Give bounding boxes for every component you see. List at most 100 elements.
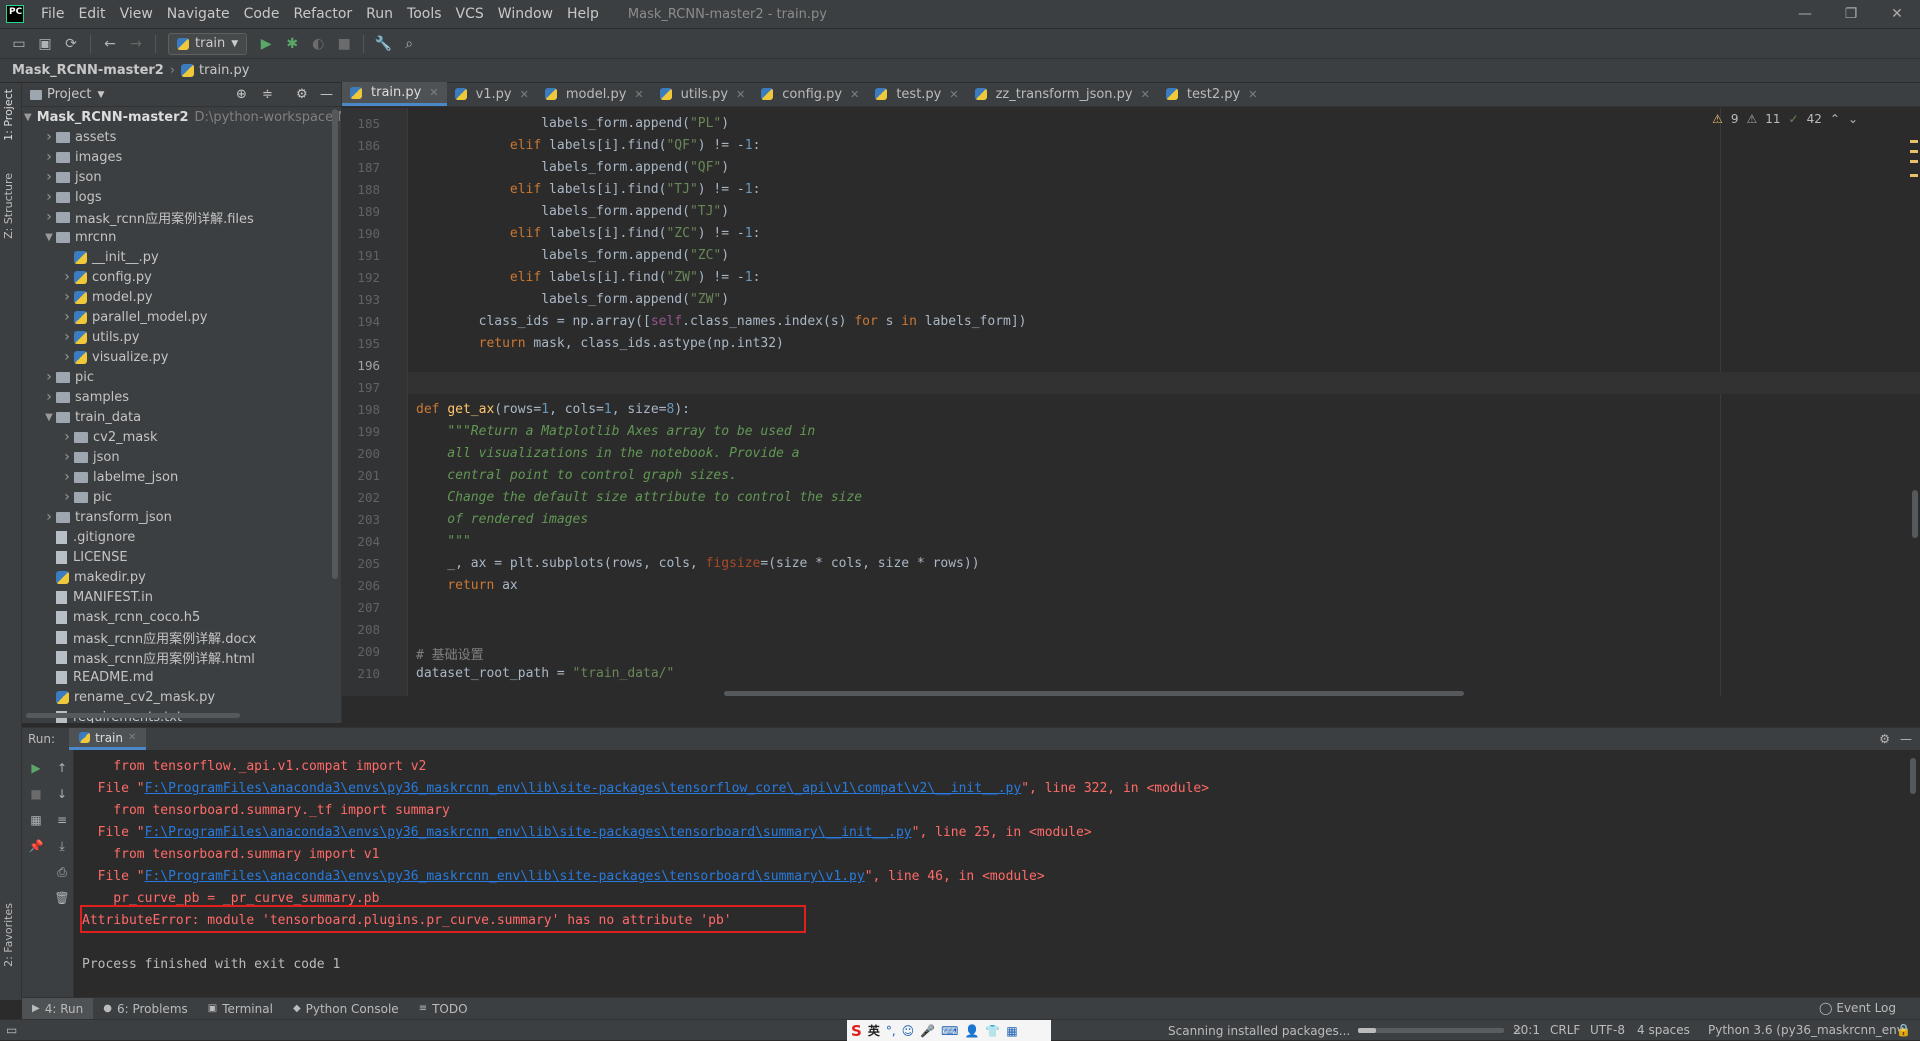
tree-item[interactable]: › labelme_json (22, 467, 341, 487)
menu-tools[interactable]: Tools (400, 6, 449, 22)
close-icon[interactable]: ✕ (520, 88, 529, 101)
chevron-right-icon[interactable]: › (60, 269, 74, 285)
arrow-down-icon[interactable]: ↓ (54, 786, 70, 802)
chevron-right-icon[interactable]: › (42, 189, 56, 205)
bottom-tab[interactable]: ≡ TODO (409, 998, 478, 1020)
chevron-down-icon[interactable]: ▼ (42, 232, 56, 243)
hide-icon[interactable]: — (320, 87, 333, 102)
run-icon[interactable]: ▶ (253, 32, 279, 56)
rerun-icon[interactable]: ▶ (28, 760, 44, 776)
tree-item[interactable]: .gitignore (22, 527, 341, 547)
menu-refactor[interactable]: Refactor (286, 6, 359, 22)
editor-scrollbar[interactable] (1912, 490, 1918, 538)
tree-item[interactable]: › cv2_mask (22, 427, 341, 447)
locate-icon[interactable]: ⊕ (236, 87, 247, 102)
gear-icon[interactable]: ⚙ (296, 87, 308, 102)
menu-vcs[interactable]: VCS (449, 6, 491, 22)
menu-help[interactable]: Help (560, 6, 606, 22)
bottom-tab[interactable]: ● 6: Problems (93, 998, 198, 1020)
project-hscrollbar[interactable] (26, 713, 240, 718)
editor-hscrollbar[interactable] (724, 691, 1464, 696)
error-stripe-marker[interactable] (1910, 140, 1918, 143)
editor-tab[interactable]: test.py ✕ (867, 82, 966, 106)
menu-navigate[interactable]: Navigate (160, 6, 237, 22)
chevron-right-icon[interactable]: › (60, 349, 74, 365)
tree-item[interactable]: › pic (22, 487, 341, 507)
tree-item[interactable]: › samples (22, 387, 341, 407)
tree-item[interactable]: makedir.py (22, 567, 341, 587)
print-icon[interactable]: ⎙ (54, 864, 70, 880)
menu-window[interactable]: Window (491, 6, 560, 22)
chevron-down-icon[interactable]: ⌄ (1848, 112, 1858, 126)
inspection-widget[interactable]: ⚠ 9 ⚠ 11 ✓ 42 ⌃ ⌄ (1712, 112, 1858, 126)
editor-tab[interactable]: model.py ✕ (537, 82, 652, 106)
chevron-right-icon[interactable]: › (60, 289, 74, 305)
layout-icon[interactable]: ▦ (28, 812, 44, 828)
stop-icon[interactable]: ■ (28, 786, 44, 802)
project-tool-tab[interactable]: 1: Project (2, 89, 15, 141)
save-icon[interactable]: ▣ (32, 32, 58, 56)
sync-icon[interactable]: ⟳ (58, 32, 84, 56)
tree-item[interactable]: › utils.py (22, 327, 341, 347)
tree-item[interactable]: mask_rcnn_coco.h5 (22, 607, 341, 627)
chevron-right-icon[interactable]: › (42, 149, 56, 165)
menu-code[interactable]: Code (237, 6, 287, 22)
tree-item[interactable]: › parallel_model.py (22, 307, 341, 327)
trash-icon[interactable]: 🗑 (54, 890, 70, 906)
chevron-right-icon[interactable]: › (42, 389, 56, 405)
chevron-down-icon[interactable]: ▼ (97, 90, 104, 100)
chevron-right-icon[interactable]: › (42, 509, 56, 525)
chevron-right-icon[interactable]: › (60, 489, 74, 505)
run-console[interactable]: from tensorflow._api.v1.compat import v2… (82, 756, 1209, 976)
line-separator[interactable]: CRLF (1550, 1023, 1580, 1037)
chevron-down-icon[interactable]: ▼ (42, 412, 56, 423)
editor-tab[interactable]: utils.py ✕ (652, 82, 754, 106)
gear-icon[interactable]: ⚙ (1879, 732, 1890, 746)
caret-position[interactable]: 20:1 (1513, 1023, 1540, 1037)
arrow-up-icon[interactable]: ↑ (54, 760, 70, 776)
tree-item[interactable]: mask_rcnn应用案例详解.html (22, 647, 341, 667)
structure-tool-tab[interactable]: Z: Structure (2, 173, 15, 239)
menu-run[interactable]: Run (359, 6, 400, 22)
chevron-right-icon[interactable]: › (42, 209, 56, 225)
tree-item[interactable]: › images (22, 147, 341, 167)
close-icon[interactable]: ✕ (429, 86, 438, 99)
scroll-to-end-icon[interactable]: ⤓ (54, 838, 70, 854)
layout-toggle-icon[interactable]: ▭ (6, 1023, 17, 1037)
restore-icon[interactable]: ❐ (1828, 0, 1874, 28)
tree-item[interactable]: mask_rcnn应用案例详解.docx (22, 627, 341, 647)
bottom-tab[interactable]: ▶ 4: Run (22, 997, 94, 1020)
chevron-right-icon[interactable]: › (42, 369, 56, 385)
run-configuration-select[interactable]: train ▼ (168, 32, 248, 55)
editor-tab[interactable]: train.py ✕ (342, 82, 447, 106)
close-icon[interactable]: ✕ (1141, 88, 1150, 101)
chevron-right-icon[interactable]: › (42, 129, 56, 145)
menu-file[interactable]: File (34, 6, 71, 22)
back-icon[interactable]: ← (97, 32, 123, 56)
python-interpreter[interactable]: Python 3.6 (py36_maskrcnn_env) (1708, 1023, 1908, 1037)
chevron-right-icon[interactable]: › (60, 429, 74, 445)
tree-item[interactable]: › assets (22, 127, 341, 147)
chevron-right-icon[interactable]: › (60, 309, 74, 325)
close-icon[interactable]: ✕ (1248, 88, 1257, 101)
chevron-right-icon[interactable]: › (60, 469, 74, 485)
editor-tab[interactable]: test2.py ✕ (1158, 82, 1266, 106)
tree-item[interactable]: › visualize.py (22, 347, 341, 367)
tree-item[interactable]: › json (22, 447, 341, 467)
bottom-tab[interactable]: ◆ Python Console (283, 998, 409, 1020)
tree-item[interactable]: › mask_rcnn应用案例详解.files (22, 207, 341, 227)
tree-item[interactable]: LICENSE (22, 547, 341, 567)
ime-toolbar[interactable]: S 英 °, ☺ 🎤 ⌨ 👤 👕 ▦ (847, 1020, 1051, 1041)
pin-icon[interactable]: 📌 (28, 838, 44, 854)
search-icon[interactable]: ⌕ (396, 32, 422, 56)
debug-icon[interactable]: ✱ (279, 32, 305, 56)
breadcrumb-file[interactable]: train.py (199, 63, 249, 78)
close-icon[interactable]: ✕ (1874, 0, 1920, 28)
indent-setting[interactable]: 4 spaces (1637, 1023, 1690, 1037)
tree-root[interactable]: ▼ Mask_RCNN-master2 D:\python-workspace\… (22, 107, 341, 127)
close-icon[interactable]: ✕ (736, 88, 745, 101)
close-icon[interactable]: ✕ (949, 88, 958, 101)
coverage-icon[interactable]: ◐ (305, 32, 331, 56)
chevron-down-icon[interactable]: ▼ (24, 112, 32, 123)
error-stripe-marker[interactable] (1910, 160, 1918, 163)
